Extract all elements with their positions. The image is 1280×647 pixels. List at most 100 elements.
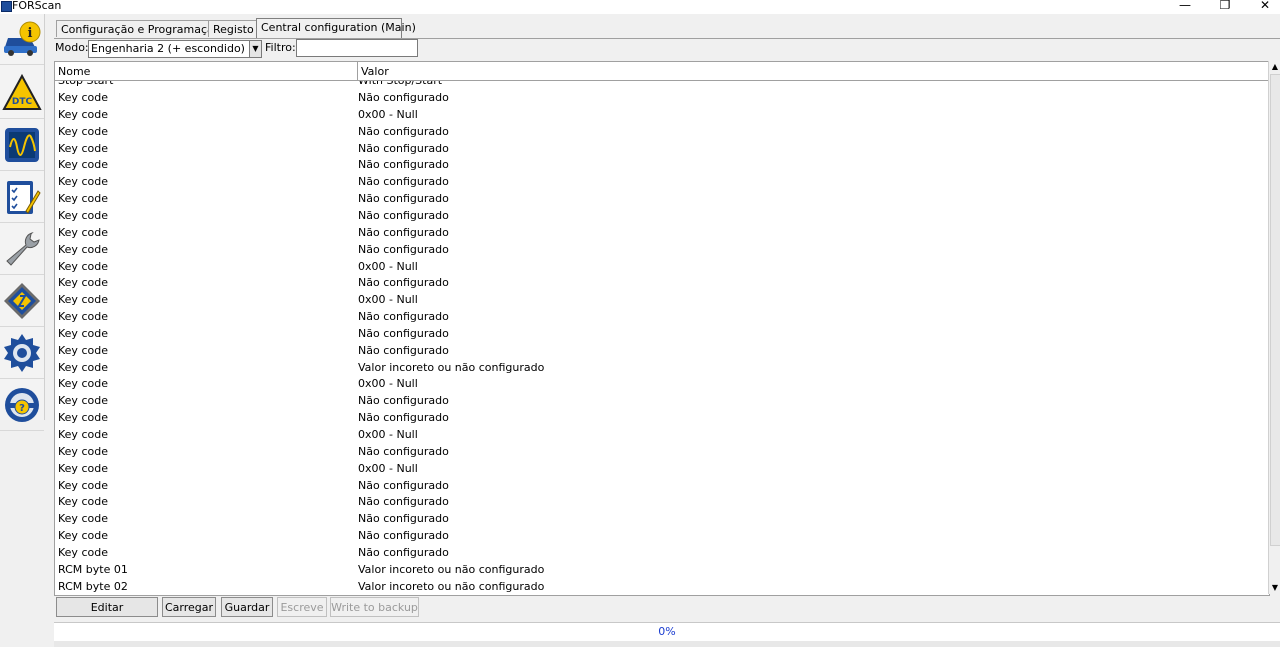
load-button[interactable]: Carregar [162, 597, 216, 617]
row-value: 0x00 - Null [358, 293, 418, 307]
row-name: Key code [58, 293, 108, 307]
write-button[interactable]: Escreve [277, 597, 327, 617]
table-row[interactable]: Key code Não configurado [55, 207, 1269, 224]
sidebar-item-help[interactable]: ? [0, 380, 44, 431]
table-row[interactable]: RCM byte 01 Valor incoreto ou não configu… [55, 561, 1269, 578]
vertical-scrollbar[interactable]: ▲ ▼ [1268, 61, 1280, 594]
row-name: Key code [58, 259, 108, 273]
tab-registo[interactable]: Registo [208, 20, 260, 37]
table-body: Stop Start With Stop/Start Key code Não c… [55, 81, 1269, 595]
table-row[interactable]: Key code Não configurado [55, 325, 1269, 342]
table-row[interactable]: Key code Não configurado [55, 477, 1269, 494]
row-name: Key code [58, 208, 108, 222]
filter-toolbar: Modo: Engenharia 2 (+ escondido) ▼ Filtr… [54, 38, 1280, 59]
table-row[interactable]: Key code Não configurado [55, 409, 1269, 426]
row-value: Não configurado [358, 512, 449, 526]
scroll-down-icon[interactable]: ▼ [1270, 582, 1280, 594]
row-name: Key code [58, 444, 108, 458]
status-bar: 0% [54, 622, 1280, 641]
row-name: Key code [58, 242, 108, 256]
table-row[interactable]: Key code Não configurado [55, 392, 1269, 409]
table-row[interactable]: Key code Não configurado [55, 241, 1269, 258]
row-name: Key code [58, 310, 108, 324]
restore-button[interactable]: ❐ [1210, 0, 1240, 13]
row-name: RCM byte 02 [58, 579, 128, 593]
row-name: Key code [58, 124, 108, 138]
row-name: Stop Start [58, 81, 113, 89]
row-value: Não configurado [358, 141, 449, 155]
sidebar-item-tests[interactable] [0, 172, 44, 223]
minimize-button[interactable]: — [1170, 0, 1200, 13]
table-row[interactable]: Key code Não configurado [55, 443, 1269, 460]
row-value: Não configurado [358, 495, 449, 509]
edit-selected-button[interactable]: Editar selecionado [56, 597, 158, 633]
row-value: Não configurado [358, 444, 449, 458]
window-title: FORScan [12, 0, 62, 12]
row-value: Valor incoreto ou não configurado [358, 562, 545, 576]
filter-input[interactable] [296, 39, 418, 57]
table-row[interactable]: Stop Start With Stop/Start [55, 81, 1269, 89]
sidebar-item-configuration[interactable] [0, 276, 44, 327]
table-row[interactable]: Key code Não configurado [55, 156, 1269, 173]
save-button[interactable]: Guardar [221, 597, 273, 617]
sidebar-item-dtc[interactable]: DTC [0, 68, 44, 119]
column-header-name[interactable]: Nome [55, 62, 358, 80]
table-row[interactable]: Key code Não configurado [55, 510, 1269, 527]
write-to-backup-button[interactable]: Write to backup [330, 597, 419, 617]
row-name: Key code [58, 175, 108, 189]
row-value: With Stop/Start [358, 81, 442, 89]
row-value: Não configurado [358, 242, 449, 256]
sidebar-item-oscilloscope[interactable] [0, 120, 44, 171]
column-header-value[interactable]: Valor [358, 62, 1269, 80]
sidebar: i DTC ? [0, 14, 45, 431]
oscilloscope-icon [5, 128, 39, 162]
table-row[interactable]: Key code Não configurado [55, 173, 1269, 190]
row-value: Não configurado [358, 276, 449, 290]
table-row[interactable]: Key code 0x00 - Null [55, 375, 1269, 392]
row-name: Key code [58, 343, 108, 357]
table-row[interactable]: Key code Valor incoreto ou não configurad… [55, 359, 1269, 376]
table-row[interactable]: Key code 0x00 - Null [55, 106, 1269, 123]
tab-central-configuration[interactable]: Central configuration (Main) [256, 18, 416, 38]
row-name: Key code [58, 428, 108, 441]
table-row[interactable]: Key code Não configurado [55, 274, 1269, 291]
table-row[interactable]: Key code 0x00 - Null [55, 426, 1269, 443]
row-name: Key code [58, 478, 108, 492]
bottom-strip [54, 641, 1280, 647]
table-row[interactable]: Key code 0x00 - Null [55, 291, 1269, 308]
row-value: Valor incoreto ou não configurado [358, 360, 545, 374]
table-row[interactable]: Key code Não configurado [55, 190, 1269, 207]
table-row[interactable]: Key code Não configurado [55, 493, 1269, 510]
scroll-up-icon[interactable]: ▲ [1270, 61, 1280, 73]
table-row[interactable]: Key code Não configurado [55, 224, 1269, 241]
row-value: Não configurado [358, 326, 449, 340]
table-row[interactable]: Key code Não configurado [55, 544, 1269, 561]
tab-configuration-programming[interactable]: Configuração e Programação [56, 20, 220, 37]
mode-dropdown[interactable]: Engenharia 2 (+ escondido) ▼ [88, 40, 262, 58]
row-name: Key code [58, 545, 108, 559]
table-row[interactable]: Key code Não configurado [55, 140, 1269, 157]
table-row[interactable]: Key code Não configurado [55, 89, 1269, 106]
row-value: Não configurado [358, 192, 449, 206]
table-row[interactable]: Key code Não configurado [55, 123, 1269, 140]
sidebar-item-settings[interactable] [0, 328, 44, 379]
row-value: Não configurado [358, 175, 449, 189]
mode-selected-value: Engenharia 2 (+ escondido) [91, 42, 245, 55]
title-bar: FORScan — ❐ ✕ [0, 0, 1280, 14]
row-name: Key code [58, 495, 108, 509]
row-value: Não configurado [358, 343, 449, 357]
sidebar-item-service[interactable] [0, 224, 44, 275]
close-button[interactable]: ✕ [1250, 0, 1280, 13]
row-value: Não configurado [358, 478, 449, 492]
table-row[interactable]: Key code 0x00 - Null [55, 258, 1269, 275]
table-row[interactable]: Key code Não configurado [55, 527, 1269, 544]
sidebar-item-vehicle-info[interactable]: i [0, 14, 44, 65]
scroll-thumb[interactable] [1270, 74, 1280, 546]
table-row[interactable]: Key code 0x00 - Null [55, 460, 1269, 477]
table-row[interactable]: Key code Não configurado [55, 342, 1269, 359]
table-row[interactable]: Key code Não configurado [55, 308, 1269, 325]
table-row[interactable]: RCM byte 02 Valor incoreto ou não configu… [55, 578, 1269, 595]
wrench-icon [6, 232, 40, 266]
row-name: Key code [58, 411, 108, 425]
chevron-down-icon[interactable]: ▼ [249, 41, 261, 57]
